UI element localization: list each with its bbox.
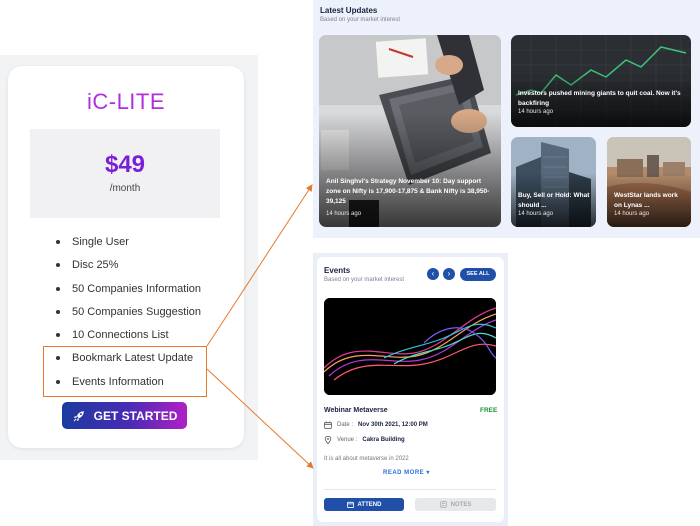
news-card[interactable]: Buy, Sell or Hold: What should ... 14 ho… (511, 137, 596, 227)
notes-label: NOTES (450, 501, 472, 508)
notes-icon (439, 501, 447, 508)
news-time: 14 hours ago (518, 211, 554, 217)
event-image[interactable] (324, 298, 496, 395)
price-box: $49 /month (30, 129, 220, 218)
plan-price: $49 (104, 151, 146, 178)
location-pin-icon (324, 436, 332, 444)
previous-event-button[interactable]: ‹ (427, 268, 439, 280)
news-card-featured[interactable]: Anil Singhvi's Strategy November 10: Day… (319, 35, 501, 227)
next-event-button[interactable]: › (443, 268, 455, 280)
notes-button[interactable]: NOTES (415, 498, 496, 511)
events-card: Events Based on your market interest ‹ ›… (317, 257, 504, 522)
event-price-tag: FREE (480, 407, 498, 414)
rocket-icon (73, 410, 84, 421)
chevron-right-icon: › (447, 269, 451, 278)
event-date-value: Nov 30th 2021, 12:00 PM (358, 422, 428, 428)
divider (324, 489, 496, 490)
news-headline: Anil Singhvi's Strategy November 10: Day… (326, 178, 490, 205)
see-all-button[interactable]: SEE ALL (460, 268, 496, 281)
read-more-link[interactable]: READ MORE ▾ (383, 469, 430, 476)
news-headline: Investors pushed mining giants to quit c… (518, 90, 681, 107)
event-date-label: Date : (337, 422, 354, 428)
attend-button[interactable]: ATTEND (324, 498, 404, 511)
event-venue-value: Cakra Building (362, 437, 405, 443)
events-title: Events (324, 266, 351, 275)
feature-item: Single User (54, 234, 201, 257)
news-card-overlay (319, 111, 501, 227)
get-started-label: GET STARTED (93, 408, 178, 423)
latest-updates-title: Latest Updates (320, 6, 378, 15)
event-title: Webinar Metaverse (324, 407, 388, 414)
plan-period: /month (109, 183, 141, 194)
events-subtitle: Based on your market interest (324, 277, 405, 283)
attend-label: ATTEND (357, 501, 382, 508)
event-venue-row: Venue : Cakra Building (324, 436, 405, 444)
get-started-button[interactable]: GET STARTED (62, 402, 187, 429)
event-description: It is all about metaverse in 2022 (324, 456, 409, 462)
calendar-icon (346, 501, 354, 508)
feature-item: 50 Companies Suggestion (54, 304, 201, 327)
news-time: 14 hours ago (518, 109, 554, 115)
latest-updates-subtitle: Based on your market interest (320, 17, 401, 23)
news-headline: Buy, Sell or Hold: What should ... (518, 192, 590, 209)
news-card[interactable]: WestStar lands work on Lynas ... 14 hour… (607, 137, 691, 227)
feature-highlight-box (43, 346, 207, 397)
news-headline: WestStar lands work on Lynas ... (614, 192, 678, 209)
chevron-left-icon: ‹ (431, 269, 435, 278)
event-date-row: Date : Nov 30th 2021, 12:00 PM (324, 421, 428, 429)
read-more-label: READ MORE (383, 470, 425, 476)
news-time: 14 hours ago (326, 211, 362, 217)
calendar-icon (324, 421, 332, 429)
event-venue-label: Venue : (337, 437, 358, 443)
feature-item: 50 Companies Information (54, 281, 201, 304)
latest-updates-panel: Latest Updates Based on your market inte… (313, 0, 700, 238)
news-card[interactable]: Investors pushed mining giants to quit c… (511, 35, 691, 127)
metaverse-wave-image (324, 298, 496, 395)
news-time: 14 hours ago (614, 211, 650, 217)
plan-name: iC-LITE (86, 89, 166, 114)
feature-item: Disc 25% (54, 257, 201, 280)
chevron-down-icon: ▾ (426, 470, 430, 476)
